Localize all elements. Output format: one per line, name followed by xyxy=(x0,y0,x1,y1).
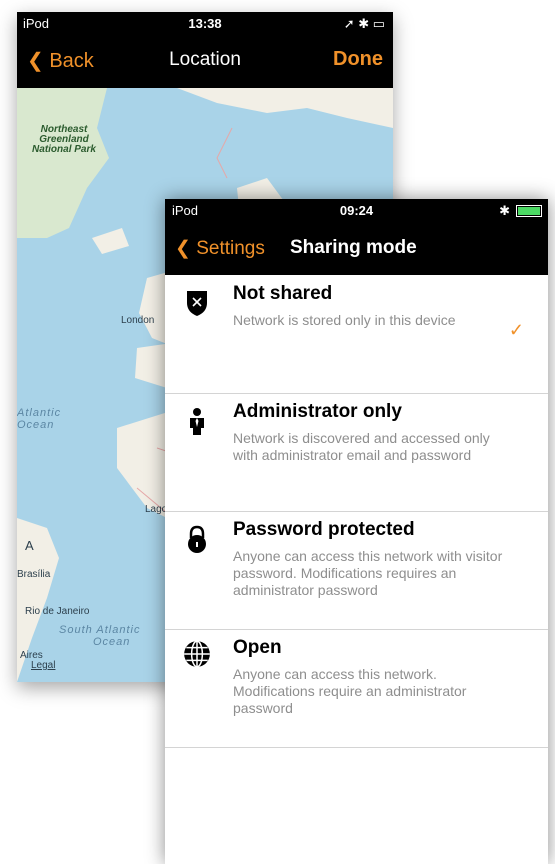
status-icons: ➚ ✱ ▭ xyxy=(343,16,385,31)
status-icons: ✱ xyxy=(499,203,542,219)
done-button[interactable]: Done xyxy=(333,48,383,71)
sharing-mode-screen: iPod 09:24 ✱ ❮ Settings Sharing mode Not… xyxy=(165,199,548,864)
lock-icon xyxy=(188,525,206,553)
clock: 13:38 xyxy=(188,16,222,31)
nav-bar: ❮ Settings Sharing mode xyxy=(165,221,548,275)
battery-icon xyxy=(516,205,542,217)
shield-x-icon xyxy=(187,291,207,316)
map-label-london: London xyxy=(121,315,155,326)
option-title: Administrator only xyxy=(233,401,402,422)
option-open[interactable]: Open Anyone can access this network. Mod… xyxy=(165,629,548,748)
globe-icon xyxy=(184,640,210,668)
map-label-rio: Rio de Janeiro xyxy=(25,606,90,617)
map-label-ocean: Ocean xyxy=(17,419,55,431)
option-title: Not shared xyxy=(233,283,333,304)
option-password-protected[interactable]: Password protected Anyone can access thi… xyxy=(165,511,548,630)
option-description: Network is stored only in this device xyxy=(233,312,456,328)
map-marker: A xyxy=(25,538,34,553)
option-title: Open xyxy=(233,637,282,658)
option-administrator-only[interactable]: Administrator only Network is discovered… xyxy=(165,393,548,512)
map-label-south-ocean: Ocean xyxy=(93,636,131,648)
option-description: Anyone can access this network with visi… xyxy=(233,548,503,598)
option-title: Password protected xyxy=(233,519,415,540)
page-title: Sharing mode xyxy=(290,237,417,258)
clock: 09:24 xyxy=(339,203,374,218)
option-not-shared[interactable]: Not shared Network is stored only in thi… xyxy=(165,275,548,394)
map-label-park: Northeast Greenland National Park xyxy=(32,124,96,155)
checkmark-icon: ✓ xyxy=(508,320,524,340)
map-label-atlantic: Atlantic xyxy=(17,407,62,419)
bluetooth-icon: ✱ xyxy=(499,203,510,218)
nav-bar: ❮ Back Location Done xyxy=(17,34,393,88)
option-description: Network is discovered and accessed only … xyxy=(233,430,490,463)
greenland-landmass xyxy=(17,88,109,238)
map-label-brasilia: Brasília xyxy=(17,569,51,580)
option-description: Anyone can access this network. Modifica… xyxy=(233,666,467,716)
back-label: Settings xyxy=(196,238,265,259)
chevron-left-icon: ❮ xyxy=(175,238,191,259)
legal-link[interactable]: Legal xyxy=(31,660,55,671)
status-bar: iPod 13:38 ➚ ✱ ▭ xyxy=(17,12,393,34)
settings-back-button[interactable]: ❮ Settings xyxy=(175,237,265,260)
map-label-south-atlantic: South Atlantic xyxy=(59,624,141,636)
person-icon xyxy=(190,408,204,435)
status-bar: iPod 09:24 ✱ xyxy=(165,199,548,221)
